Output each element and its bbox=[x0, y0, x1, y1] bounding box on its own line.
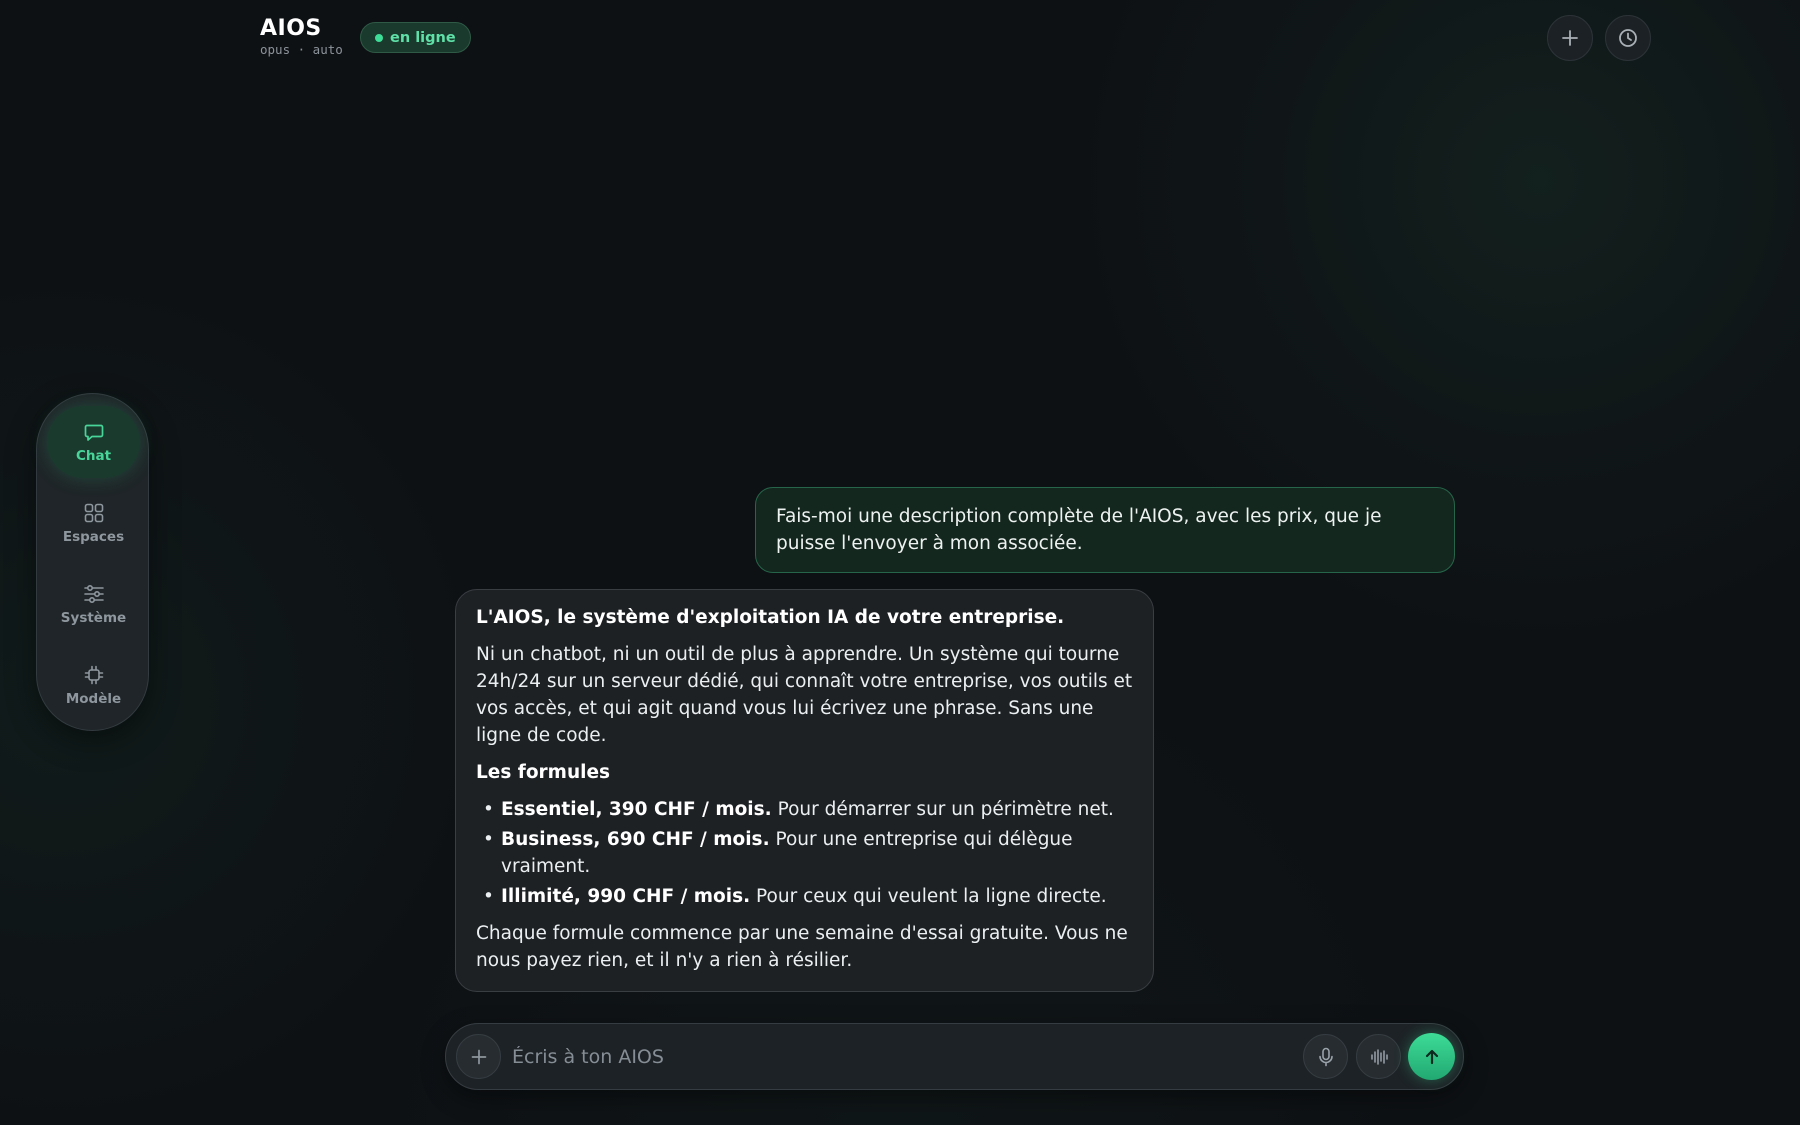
status-label: en ligne bbox=[390, 29, 456, 46]
nav-label: Système bbox=[60, 609, 127, 626]
brand: AIOS opus · auto bbox=[260, 16, 343, 57]
user-message: Fais-moi une description complète de l'A… bbox=[755, 487, 1455, 573]
chip-icon bbox=[84, 665, 103, 684]
nav-item-modele[interactable]: Modèle bbox=[47, 649, 140, 721]
plan-description: Pour ceux qui veulent la ligne directe. bbox=[756, 886, 1107, 907]
microphone-icon bbox=[1318, 1047, 1333, 1066]
assistant-intro: Ni un chatbot, ni un outil de plus à app… bbox=[476, 644, 1133, 746]
nav-label: Modèle bbox=[65, 690, 122, 707]
chat-bubble-icon bbox=[84, 424, 103, 441]
app-window: AIOS opus · auto en ligne Chat Espaces S… bbox=[0, 0, 1800, 1125]
assistant-heading: L'AIOS, le système d'exploitation IA de … bbox=[476, 607, 1065, 628]
composer bbox=[445, 1023, 1464, 1090]
assistant-message: L'AIOS, le système d'exploitation IA de … bbox=[455, 589, 1154, 992]
sliders-icon bbox=[83, 584, 104, 603]
nav-item-chat[interactable]: Chat bbox=[47, 406, 140, 478]
plans-heading: Les formules bbox=[476, 762, 611, 783]
clock-icon bbox=[1619, 29, 1637, 47]
plus-icon bbox=[1562, 30, 1578, 46]
plan-name: Essentiel, 390 CHF / mois. bbox=[501, 799, 772, 820]
plan-name: Illimité, 990 CHF / mois. bbox=[501, 886, 751, 907]
send-button[interactable] bbox=[1408, 1033, 1455, 1080]
app-title: AIOS bbox=[260, 16, 322, 41]
history-button[interactable] bbox=[1605, 15, 1651, 61]
nav-item-espaces[interactable]: Espaces bbox=[47, 487, 140, 559]
grid-icon bbox=[84, 503, 103, 522]
new-chat-button[interactable] bbox=[1547, 15, 1593, 61]
message-input[interactable] bbox=[512, 1038, 1082, 1076]
assistant-footer: Chaque formule commence par une semaine … bbox=[476, 923, 1128, 971]
mic-button[interactable] bbox=[1303, 1034, 1348, 1079]
plan-description: Pour démarrer sur un périmètre net. bbox=[777, 799, 1114, 820]
voice-mode-button[interactable] bbox=[1356, 1034, 1401, 1079]
status-badge: en ligne bbox=[360, 22, 471, 53]
waveform-icon bbox=[1370, 1048, 1388, 1065]
plus-icon bbox=[471, 1049, 486, 1064]
nav-rail: Chat Espaces Système Modèle bbox=[36, 393, 149, 731]
model-subtitle: opus · auto bbox=[260, 42, 343, 57]
list-item: Business, 690 CHF / mois. Pour une entre… bbox=[476, 826, 1133, 880]
nav-label: Chat bbox=[75, 447, 112, 464]
plans-list: Essentiel, 390 CHF / mois. Pour démarrer… bbox=[476, 796, 1133, 910]
plan-name: Business, 690 CHF / mois. bbox=[501, 829, 770, 850]
attach-button[interactable] bbox=[456, 1034, 501, 1079]
list-item: Illimité, 990 CHF / mois. Pour ceux qui … bbox=[476, 883, 1133, 910]
arrow-up-icon bbox=[1425, 1049, 1438, 1064]
nav-label: Espaces bbox=[62, 528, 125, 545]
nav-item-systeme[interactable]: Système bbox=[47, 568, 140, 640]
list-item: Essentiel, 390 CHF / mois. Pour démarrer… bbox=[476, 796, 1133, 823]
status-dot-icon bbox=[375, 33, 383, 42]
